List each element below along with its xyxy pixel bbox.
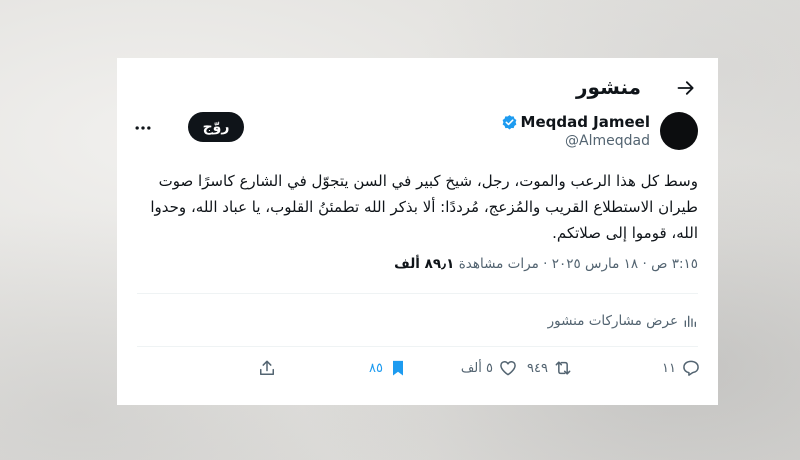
like-button[interactable]: ٥ ألف [461,356,518,380]
post-text: وسط كل هذا الرعب والموت، رجل، شيخ كبير ف… [150,172,698,242]
repost-count: ٩٤٩ [527,360,548,376]
view-quotes-link[interactable]: عرض مشاركات منشور [548,313,698,329]
share-button[interactable] [257,356,277,380]
reply-count: ١١ [662,360,676,376]
repost-icon [555,361,571,375]
post-meta: ٣:١٥ ص · ١٨ مارس ٢٠٢٥ · مرات مشاهدة ٨٩٫١… [394,256,698,272]
more-icon[interactable] [133,118,153,138]
views-label: مرات مشاهدة [458,256,539,272]
share-icon [260,360,274,375]
divider [137,346,698,347]
page-title: منشور [576,75,641,99]
view-quotes-label: عرض مشاركات منشور [547,313,678,329]
views-count: ٨٩٫١ ألف [394,256,455,272]
post-date[interactable]: ١٨ مارس ٢٠٢٥ [552,256,638,272]
divider [137,293,698,294]
avatar[interactable] [660,112,698,150]
author-info: Meqdad Jameel @Almeqdad [501,112,650,149]
display-name[interactable]: Meqdad Jameel [521,113,650,131]
reply-button[interactable]: ١١ [662,356,701,380]
like-icon [500,361,516,376]
verified-badge-icon [502,114,516,129]
view-stats-icon [684,315,696,327]
bookmark-icon [393,360,403,376]
post-header: منشور [117,72,718,102]
back-arrow-icon[interactable] [676,78,696,98]
meta-separator: · [642,256,647,272]
user-handle[interactable]: @Almeqdad [501,133,650,149]
bookmark-button[interactable]: ٨٥ [369,356,408,380]
reply-icon [683,360,699,376]
like-count: ٥ ألف [460,360,493,376]
bookmark-count: ٨٥ [369,360,383,376]
post-card: منشور Meqdad Jameel @Almeqdad روّج وسط ك… [117,58,718,405]
meta-separator: · [543,256,548,272]
promote-button[interactable]: روّج [188,112,244,142]
post-time[interactable]: ٣:١٥ ص [651,256,698,272]
repost-button[interactable]: ٩٤٩ [527,356,573,380]
name-row: Meqdad Jameel [501,112,650,132]
